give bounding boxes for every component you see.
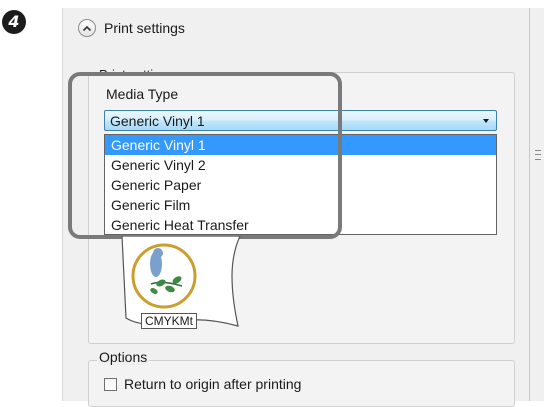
media-type-label: Media Type: [106, 86, 179, 102]
section-header[interactable]: Print settings: [78, 16, 185, 40]
media-type-option[interactable]: Generic Paper: [105, 175, 496, 195]
return-to-origin-label[interactable]: Return to origin after printing: [124, 376, 301, 392]
ink-set-label: CMYKMt: [141, 313, 197, 329]
media-type-option[interactable]: Generic Vinyl 1: [105, 135, 496, 155]
options-group-label: Options: [97, 349, 150, 365]
media-type-option[interactable]: Generic Vinyl 2: [105, 155, 496, 175]
step-number-badge: 4: [2, 10, 26, 34]
media-type-options-list[interactable]: Generic Vinyl 1 Generic Vinyl 2 Generic …: [104, 134, 497, 235]
media-type-dropdown[interactable]: Generic Vinyl 1: [104, 110, 497, 131]
scrollbar-track[interactable]: [529, 8, 530, 401]
media-type-selected-value: Generic Vinyl 1: [110, 112, 205, 129]
return-to-origin-checkbox[interactable]: [104, 377, 117, 391]
scrollbar-grip-icon[interactable]: [535, 150, 541, 160]
chevron-up-icon[interactable]: [78, 19, 96, 37]
dropdown-arrow-icon[interactable]: [483, 118, 489, 123]
media-type-option[interactable]: Generic Heat Transfer: [105, 215, 496, 235]
return-to-origin-option[interactable]: Return to origin after printing: [104, 376, 301, 392]
print-settings-group-label: Print settings: [97, 66, 177, 75]
section-title: Print settings: [104, 20, 185, 36]
media-type-option[interactable]: Generic Film: [105, 195, 496, 215]
